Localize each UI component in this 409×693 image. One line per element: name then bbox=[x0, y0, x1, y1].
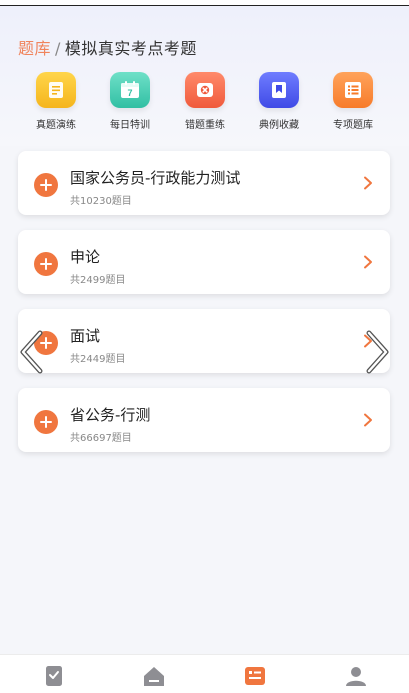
chevron-right-icon bbox=[364, 176, 372, 190]
chevron-right-icon bbox=[364, 255, 372, 269]
category-title: 面试 bbox=[70, 327, 101, 345]
list-icon bbox=[333, 72, 373, 108]
shortcut-wrong-questions[interactable]: 错题重练 bbox=[175, 72, 235, 131]
previous-arrow-icon[interactable] bbox=[18, 330, 46, 374]
plus-icon[interactable] bbox=[34, 252, 58, 276]
shortcut-row: 真题演练 7 每日特训 错题重练 典例收藏 专项题库 bbox=[0, 72, 409, 134]
shortcut-topic-bank[interactable]: 专项题库 bbox=[323, 72, 383, 131]
home-icon[interactable] bbox=[142, 665, 166, 687]
shortcut-label: 真题演练 bbox=[36, 120, 76, 131]
category-title: 国家公务员-行政能力测试 bbox=[70, 169, 241, 187]
shortcut-label: 每日特训 bbox=[110, 120, 150, 131]
category-card-essay[interactable]: 申论 共2499题目 bbox=[18, 230, 390, 294]
question-bank-icon[interactable] bbox=[243, 665, 267, 687]
shortcut-label: 典例收藏 bbox=[259, 120, 299, 131]
bottom-tab-bar bbox=[0, 654, 409, 693]
shortcut-real-exam[interactable]: 真题演练 bbox=[26, 72, 86, 131]
plus-icon[interactable] bbox=[34, 173, 58, 197]
category-title: 申论 bbox=[70, 248, 101, 266]
calendar-day-number: 7 bbox=[127, 88, 132, 98]
category-card-interview[interactable]: 面试 共2449题目 bbox=[18, 309, 390, 373]
shortcut-label: 错题重练 bbox=[185, 120, 225, 131]
breadcrumb-separator: / bbox=[55, 39, 61, 58]
breadcrumb-current: 模拟真实考点考题 bbox=[64, 39, 197, 58]
next-arrow-icon[interactable] bbox=[363, 330, 391, 374]
shortcut-label: 专项题库 bbox=[333, 120, 373, 131]
profile-icon[interactable] bbox=[344, 665, 368, 687]
category-count: 共10230题目 bbox=[70, 196, 132, 207]
calendar-icon: 7 bbox=[110, 72, 150, 108]
document-icon bbox=[36, 72, 76, 108]
chevron-right-icon bbox=[364, 413, 372, 427]
category-title: 省公务-行测 bbox=[70, 406, 151, 424]
category-card-national-civil-service[interactable]: 国家公务员-行政能力测试 共10230题目 bbox=[18, 151, 390, 215]
category-count: 共2449题目 bbox=[70, 354, 126, 365]
shortcut-favorites[interactable]: 典例收藏 bbox=[249, 72, 309, 131]
shortcut-daily-training[interactable]: 7 每日特训 bbox=[100, 72, 160, 131]
breadcrumb-root[interactable]: 题库 bbox=[18, 39, 51, 58]
error-book-icon bbox=[185, 72, 225, 108]
breadcrumb: 题库 / 模拟真实考点考题 bbox=[18, 35, 197, 59]
category-count: 共66697题目 bbox=[70, 433, 132, 444]
exercise-icon[interactable] bbox=[42, 665, 66, 687]
category-card-provincial-civil-service[interactable]: 省公务-行测 共66697题目 bbox=[18, 388, 390, 452]
bookmark-icon bbox=[259, 72, 299, 108]
category-count: 共2499题目 bbox=[70, 275, 126, 286]
plus-icon[interactable] bbox=[34, 410, 58, 434]
